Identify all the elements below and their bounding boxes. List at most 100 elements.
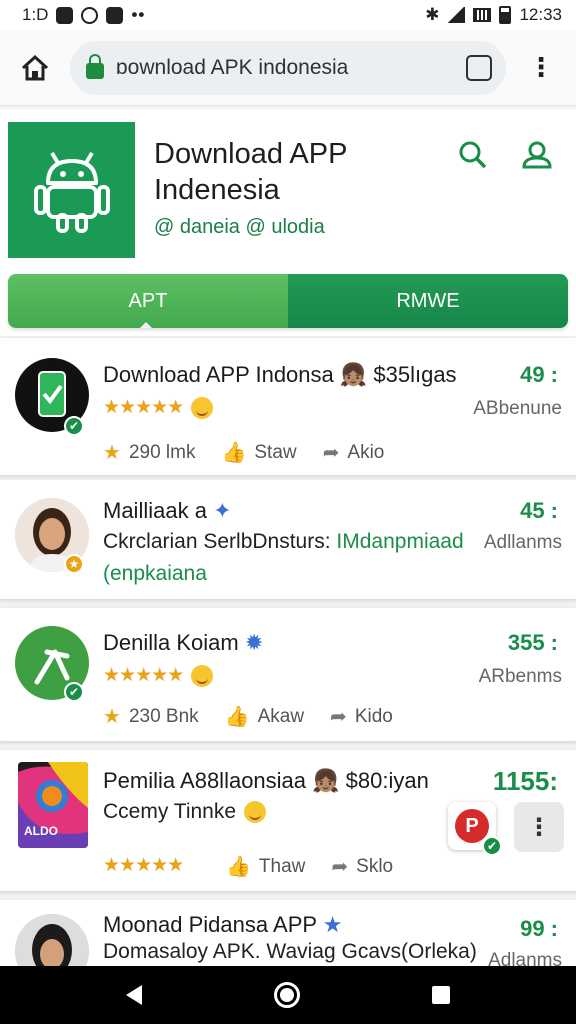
share-action[interactable]: ➦ Akio: [323, 440, 385, 465]
notification-icon: [56, 6, 74, 24]
rank-value: 49 :: [520, 362, 558, 387]
like-label: Thaw: [258, 855, 306, 877]
verified-icon: ✦: [213, 498, 232, 523]
app-name[interactable]: Mailliaak a ✦: [103, 498, 232, 524]
network-icon: [473, 8, 492, 22]
app-name[interactable]: Moonad Pidansa APP ★: [103, 912, 343, 938]
rating-count: 290 lmk: [128, 441, 196, 463]
app-icon-label: ALDO: [24, 824, 58, 838]
battery-icon: [499, 6, 512, 24]
thumbs-up-icon: 👍: [224, 706, 250, 728]
app-name-text: Moonad Pidansa APP: [103, 912, 317, 937]
app-name-text: Denilla Koiam: [103, 630, 239, 655]
app-name-text: Mailliaak a: [103, 498, 207, 523]
app-name[interactable]: Pemilia A88llaonsiaa 👧🏽 $80:iyan: [103, 768, 429, 794]
action-row: ★ 230 Bnk 👍 Akaw ➦ Kido: [103, 704, 393, 729]
star-rating: ★★★★★: [103, 855, 184, 876]
rating-count: 230 Bnk: [128, 705, 199, 727]
app-meta: ARbenms: [478, 666, 562, 687]
address-bar[interactable]: ɒownload APK indonesia: [70, 40, 506, 95]
like-action[interactable]: 👍 Staw: [221, 440, 296, 465]
site-subtitle[interactable]: @ daneia @ ulodia: [154, 216, 325, 239]
pinterest-icon: P: [455, 809, 489, 843]
description-link[interactable]: IMdanpmiaad: [336, 530, 463, 553]
app-tag[interactable]: (enpkaiana: [103, 562, 207, 586]
star-rating: ★★★★★: [103, 664, 214, 687]
app-name[interactable]: Denilla Koiam ✹: [103, 630, 263, 656]
account-button[interactable]: [520, 138, 554, 172]
browser-menu-button[interactable]: ⋮: [506, 30, 576, 106]
share-arrow-icon: ➦: [331, 856, 349, 878]
search-button[interactable]: [456, 138, 490, 172]
verified-badge-icon: ✔: [64, 416, 84, 436]
user-icon: [522, 141, 552, 169]
like-action[interactable]: 👍 Akaw: [225, 704, 304, 729]
rank-value: 99 :: [520, 916, 558, 941]
description-text: Ckrclarian SerlbDnsturs:: [103, 530, 337, 553]
share-action[interactable]: ➦ Sklo: [331, 854, 393, 879]
home-button[interactable]: [0, 30, 70, 106]
action-row: ★ 290 lmk 👍 Staw ➦ Akio: [103, 440, 384, 465]
site-title: Download APP Indenesia: [154, 138, 347, 206]
home-icon: [21, 54, 49, 80]
more-options-button[interactable]: ⋮: [514, 802, 564, 852]
award-badge-icon: ★: [64, 554, 84, 574]
android-logo[interactable]: [8, 122, 135, 258]
status-right: ✱ 12:33: [425, 5, 562, 25]
smile-emoji-icon: [244, 801, 267, 824]
app-meta: ABbenune: [473, 398, 562, 419]
site-header: Download APP Indenesia @ daneia @ ulodia: [8, 120, 568, 262]
star-badge-icon: ★: [322, 912, 343, 937]
smile-emoji-icon: [191, 664, 214, 687]
stars-text: ★★★★★: [103, 665, 184, 686]
list-item[interactable]: Moonad Pidansa APP ★ Domasaloy APK. Wavi…: [0, 900, 576, 966]
list-item[interactable]: ALDO Pemilia A88llaonsiaa 👧🏽 $80:iyan Cc…: [0, 750, 576, 892]
star-icon: ★: [103, 442, 121, 464]
status-left: 1:D ••: [22, 5, 145, 25]
url-text[interactable]: ɒownload APK indonesia: [116, 56, 466, 80]
list-item[interactable]: ★ Mailliaak a ✦ Ckrclarian SerlbDnsturs:…: [0, 480, 576, 600]
action-row: 👍 Thaw ➦ Sklo: [226, 854, 393, 879]
user-avatar[interactable]: [15, 914, 89, 966]
share-action[interactable]: ➦ Kido: [330, 704, 393, 729]
stars-text: ★★★★★: [103, 397, 184, 418]
recent-apps-icon[interactable]: [432, 986, 450, 1004]
person-photo-icon: [15, 914, 89, 966]
app-meta: Adllanms: [483, 532, 562, 553]
home-nav-icon[interactable]: [274, 982, 300, 1008]
app-list: ✔ Download APP Indonsa 👧🏽 $35lıgas ★★★★★…: [0, 336, 576, 966]
check-badge-icon: ✔: [482, 836, 502, 856]
rating-action[interactable]: ★ 230 Bnk: [103, 704, 199, 729]
like-action[interactable]: 👍 Thaw: [226, 854, 305, 879]
tab-bar: APT RMWE: [8, 274, 568, 328]
star-icon: ★: [103, 706, 121, 728]
tabs-switcher-icon[interactable]: [466, 54, 492, 81]
pinterest-button[interactable]: P ✔: [448, 802, 502, 856]
system-nav-bar: [0, 966, 576, 1024]
android-icon: [33, 151, 110, 233]
signal-icon: [447, 7, 466, 23]
app-meta: Adlanms: [488, 950, 562, 966]
search-icon: [459, 141, 487, 169]
app-description: Ccemy Tinnke: [103, 800, 267, 824]
status-clock: 12:33: [519, 5, 562, 24]
notification-icon-2: [81, 6, 99, 24]
status-clock-left: 1:D: [22, 5, 49, 24]
verified-icon: ✹: [244, 630, 264, 655]
share-label: Akio: [347, 441, 385, 463]
rating-action[interactable]: ★ 290 lmk: [103, 440, 195, 465]
tab-apt[interactable]: APT: [8, 274, 288, 328]
status-bar: 1:D •• ✱ 12:33: [0, 0, 576, 30]
browser-toolbar: ɒownload APK indonesia ⋮: [0, 30, 576, 106]
list-item[interactable]: ✔ Denilla Koiam ✹ ★★★★★ 355 : ARbenms ★ 2…: [0, 608, 576, 742]
share-label: Kido: [354, 705, 393, 727]
tab-rmwe[interactable]: RMWE: [288, 274, 568, 328]
like-label: Akaw: [257, 705, 305, 727]
notification-icon-3: [106, 6, 124, 24]
app-name[interactable]: Download APP Indonsa 👧🏽 $35lıgas: [103, 362, 457, 388]
app-icon[interactable]: ALDO: [18, 762, 88, 848]
back-icon[interactable]: [126, 985, 142, 1005]
list-item[interactable]: ✔ Download APP Indonsa 👧🏽 $35lıgas ★★★★★…: [0, 338, 576, 476]
share-arrow-icon: ➦: [322, 442, 340, 464]
rank-value: 45 :: [520, 498, 558, 523]
